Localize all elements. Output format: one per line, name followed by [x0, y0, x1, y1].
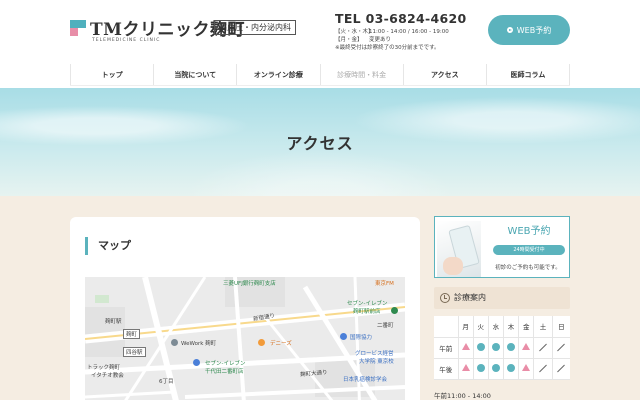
schedule-header-row: 月 火 水 木 金 土 日 [434, 316, 570, 338]
promo-title: WEB予約 [507, 226, 551, 237]
closed-slash-icon [539, 343, 547, 352]
promo-badge: 24時間受付中 [493, 245, 565, 255]
web-reservation-button[interactable]: WEB予約 [488, 15, 570, 45]
day-header: 日 [551, 316, 570, 338]
partial-triangle-icon [522, 343, 531, 350]
section-title: マップ [85, 237, 131, 255]
schedule-cell [551, 358, 570, 380]
map-label-seven-bottom-branch: 千代田二番町店 [205, 369, 244, 375]
schedule-title: 診療案内 [454, 293, 486, 302]
map-label-globis-campus: 大学院 東京校 [359, 359, 394, 365]
schedule-table: 月 火 水 木 金 土 日 午前 午後 [434, 316, 570, 380]
schedule-cell [487, 358, 504, 380]
play-circle-icon [506, 27, 513, 33]
station-pin-icon[interactable] [391, 307, 398, 314]
map-label-seven-bottom: セブン-イレブン [205, 361, 246, 367]
web-reservation-banner[interactable]: WEB予約 24時間受付中 初診のご予約も可能です。 [434, 216, 570, 278]
page-title: アクセス [286, 134, 354, 153]
nav-item-top[interactable]: トップ [70, 64, 153, 85]
map-label-kojimachi: 麹町 [123, 329, 141, 339]
schedule-cell [518, 337, 534, 359]
map-card: マップ 三菱UFJ銀行麹町支店 東京FM セブン-イレブン 麹町駅前店 二番町 … [70, 217, 420, 400]
nav-item-hours-fees[interactable]: 診療時間・料金 [319, 64, 403, 85]
open-circle-icon [491, 363, 500, 372]
map-label-wework: WeWork 麹町 [181, 341, 217, 347]
partial-triangle-icon [461, 343, 470, 350]
clock-icon [440, 293, 450, 303]
schedule-cell [457, 337, 474, 359]
map-label-hotel-2: イタチオ教会 [91, 373, 124, 379]
schedule-cell [533, 358, 553, 380]
schedule-heading: 診療案内 [434, 287, 570, 309]
schedule-cell [502, 358, 519, 380]
schedule-cell [457, 358, 474, 380]
hours-footer: 午前11:00 - 14:00 [434, 392, 491, 400]
promo-note: 初診のご予約も可能です。 [495, 265, 561, 271]
closed-slash-icon [557, 343, 566, 352]
nav-item-access[interactable]: アクセス [402, 64, 486, 85]
schedule-row-afternoon: 午後 [434, 358, 570, 380]
partial-triangle-icon [461, 364, 470, 371]
day-header: 木 [502, 316, 519, 338]
hours-row: 【火・水・木】11:00 - 14:00 / 16:00 - 19:00 [335, 29, 449, 35]
closed-slash-icon [539, 364, 547, 373]
restaurant-pin-icon[interactable] [258, 339, 265, 346]
hours-row: 【月・金】 変更あり [335, 37, 392, 43]
main-nav: トップ 当院について オンライン診療 診療時間・料金 アクセス 医師コラム [70, 64, 571, 86]
day-header: 水 [487, 316, 504, 338]
open-circle-icon [491, 342, 500, 351]
map-label-kojimachi-station: 麹町駅 [105, 319, 122, 325]
day-header: 月 [457, 316, 474, 338]
map-label-nibancho: 二番町 [377, 323, 394, 329]
open-circle-icon [507, 363, 516, 372]
map-label-seven-top: セブン-イレブン [347, 301, 388, 307]
map-label-rokucho: 6丁目 [159, 379, 174, 385]
open-circle-icon [507, 342, 516, 351]
hand-icon [443, 257, 463, 275]
nav-item-column[interactable]: 医師コラム [485, 64, 571, 85]
nav-item-about[interactable]: 当院について [153, 64, 236, 85]
schedule-cell [472, 337, 489, 359]
phone-number[interactable]: TEL 03-6824-4620 [335, 11, 467, 26]
google-map[interactable]: 三菱UFJ銀行麹町支店 東京FM セブン-イレブン 麹町駅前店 二番町 WeWo… [85, 277, 405, 400]
schedule-cell [472, 358, 489, 380]
place-pin-icon[interactable] [340, 333, 347, 340]
office-pin-icon[interactable] [171, 339, 178, 346]
page-hero: アクセス [0, 88, 640, 196]
schedule-cell [518, 358, 534, 380]
schedule-cell [533, 337, 553, 359]
nav-item-online[interactable]: オンライン診療 [236, 64, 319, 85]
schedule-row-morning: 午前 [434, 337, 570, 359]
open-circle-icon [476, 363, 485, 372]
logo-subtitle: TELEMEDICINE CLINIC [92, 38, 161, 43]
map-label-dennys: デニーズ [270, 341, 292, 347]
schedule-corner [434, 316, 458, 338]
closed-slash-icon [557, 364, 566, 373]
map-label-seven-top-branch: 麹町駅前店 [353, 309, 381, 315]
map-label-hotel: トラック麹町 [87, 365, 121, 371]
day-header: 土 [533, 316, 553, 338]
day-header: 火 [472, 316, 489, 338]
map-label-yotsuya: 四谷駅 [123, 347, 146, 357]
phone-in-hand-image [437, 221, 481, 277]
department-badge: 高血圧・内分泌内科 [214, 20, 296, 35]
map-label-tokyofm: 東京FM [375, 281, 394, 287]
map-label-bank: 三菱UFJ銀行麹町支店 [223, 281, 276, 287]
open-circle-icon [476, 342, 485, 351]
schedule-cell [487, 337, 504, 359]
row-label: 午前 [434, 337, 458, 359]
site-header: TMクリニック麹町 TELEMEDICINE CLINIC 高血圧・内分泌内科 … [0, 0, 640, 88]
row-label: 午後 [434, 358, 458, 380]
map-label-kokusai: 国際協力 [350, 335, 373, 341]
map-label-globis: グロービス経営 [355, 351, 394, 357]
hours-note: ※最終受付は診察終了の30分前までです。 [335, 45, 440, 51]
schedule-cell [551, 337, 570, 359]
partial-triangle-icon [522, 364, 531, 371]
store-pin-icon[interactable] [193, 359, 200, 366]
day-header: 金 [518, 316, 534, 338]
logo-mark-icon [70, 20, 86, 36]
map-label-ohara: 日本乳癌検診学会 [343, 377, 388, 383]
header-hours: 【火・水・木】11:00 - 14:00 / 16:00 - 19:00 【月・… [335, 28, 449, 52]
schedule-cell [502, 337, 519, 359]
